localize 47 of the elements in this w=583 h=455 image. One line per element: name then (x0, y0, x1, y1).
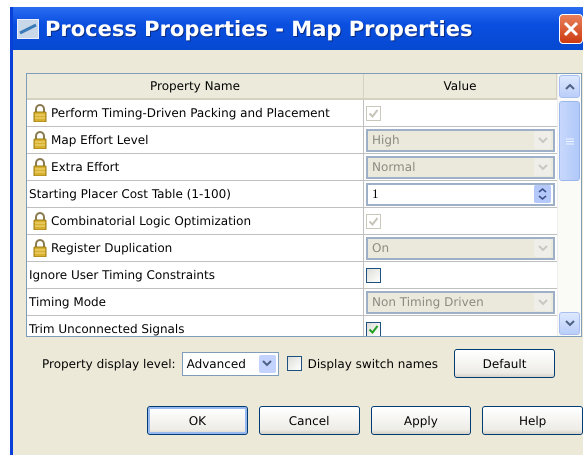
scroll-thumb[interactable] (559, 101, 580, 181)
column-header[interactable]: Property Name (27, 74, 364, 98)
property-name: Map Effort Level (27, 127, 364, 153)
property-name: Trim Unconnected Signals (27, 316, 364, 336)
scroll-up-icon (564, 83, 574, 90)
dialog-button[interactable]: Cancel (258, 406, 360, 435)
app-icon (17, 18, 39, 38)
padlock-icon (33, 239, 47, 257)
dropdown-value: On (372, 241, 390, 255)
close-button[interactable] (559, 14, 583, 44)
dropdown-value: Normal (372, 160, 416, 174)
checkbox[interactable] (286, 356, 302, 371)
scrollbar[interactable] (557, 74, 581, 336)
default-button[interactable]: Default (454, 349, 556, 378)
display-level-label: Property display level: (42, 356, 176, 370)
property-name: Register Duplication (27, 235, 364, 261)
display-level-dropdown[interactable]: Advanced (182, 352, 279, 376)
padlock-icon (33, 104, 47, 122)
property-name: Timing Mode (27, 289, 364, 315)
dropdown-value: Advanced (186, 356, 246, 370)
padlock-icon (33, 131, 47, 149)
dialog-button[interactable]: Help (482, 406, 583, 435)
property-name: Starting Placer Cost Table (1-100) (27, 181, 364, 207)
property-name: Extra Effort (27, 154, 364, 180)
caret-icon (538, 298, 548, 306)
spinner-icon[interactable] (534, 185, 551, 203)
checkbox-label: Display switch names (308, 356, 438, 370)
dialog-button[interactable]: OK (147, 406, 248, 435)
checkbox[interactable] (366, 322, 381, 336)
caret-icon (262, 360, 272, 367)
scroll-down-icon (564, 320, 574, 327)
caret-icon (538, 244, 548, 252)
caret-icon (538, 164, 548, 170)
spin-field[interactable]: 1 (366, 182, 555, 206)
property-name: Perform Timing-Driven Packing and Placement (27, 100, 364, 126)
padlock-icon (33, 158, 47, 176)
close-icon (563, 20, 579, 36)
checkbox[interactable] (366, 268, 381, 282)
property-name: Combinatorial Logic Optimization (27, 208, 364, 234)
caret-icon (538, 136, 548, 144)
dropdown-value: Non Timing Driven (372, 295, 484, 309)
dropdown-value: High (372, 133, 400, 147)
property-name: Ignore User Timing Constraints (27, 262, 364, 288)
spin-value: 1 (372, 186, 378, 202)
padlock-icon (33, 212, 47, 230)
dialog-button[interactable]: Apply (370, 406, 472, 435)
window-title: Process Properties - Map Properties (45, 16, 472, 40)
